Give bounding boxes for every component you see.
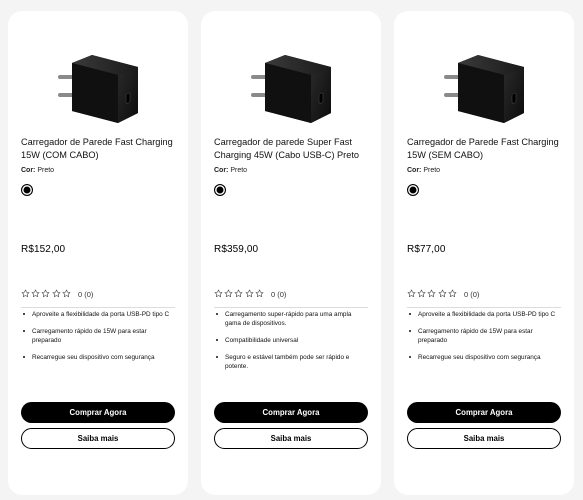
divider bbox=[214, 307, 368, 308]
feature-item: Compatibilidade universal bbox=[214, 336, 364, 345]
star-outline-icon bbox=[52, 289, 60, 298]
color-swatch[interactable] bbox=[407, 184, 419, 196]
star-outline-icon bbox=[41, 289, 50, 298]
feature-list: Aproveite a flexibilidade da porta USB-P… bbox=[21, 310, 171, 370]
feature-item: Carregamento super-rápido para uma ampla… bbox=[214, 310, 364, 328]
star-outline-icon bbox=[224, 289, 233, 298]
star-outline-icon bbox=[427, 289, 436, 298]
rating[interactable]: 0 (0) bbox=[214, 289, 286, 299]
star-outline-icon bbox=[21, 289, 30, 298]
buy-now-button[interactable]: Comprar Agora bbox=[214, 402, 368, 423]
rating-count: 0 (0) bbox=[77, 289, 94, 299]
learn-more-button[interactable]: Saiba mais bbox=[214, 428, 368, 449]
star-outline-icon bbox=[448, 289, 457, 298]
feature-item: Carregamento rápido de 15W para estar pr… bbox=[21, 327, 171, 345]
product-title[interactable]: Carregador de parede Super Fast Charging… bbox=[214, 136, 372, 162]
star-outline-icon bbox=[31, 289, 40, 298]
charger-icon bbox=[444, 55, 524, 123]
wall-charger-image[interactable] bbox=[239, 49, 343, 127]
buy-now-button[interactable]: Comprar Agora bbox=[407, 402, 561, 423]
charger-icon bbox=[58, 55, 138, 123]
color-label: Cor: Preto bbox=[21, 167, 54, 174]
divider bbox=[407, 307, 561, 308]
rating-stars bbox=[21, 285, 72, 303]
feature-list: Carregamento super-rápido para uma ampla… bbox=[214, 310, 364, 379]
rating-count: 0 (0) bbox=[270, 289, 287, 299]
rating-stars bbox=[407, 285, 458, 303]
color-label: Cor: Preto bbox=[407, 167, 440, 174]
feature-item: Aproveite a flexibilidade da porta USB-P… bbox=[407, 310, 557, 319]
product-title[interactable]: Carregador de Parede Fast Charging 15W (… bbox=[21, 136, 179, 162]
feature-item: Carregamento rápido de 15W para estar pr… bbox=[407, 327, 557, 345]
feature-item: Recarregue seu dispositivo com segurança bbox=[21, 353, 171, 362]
learn-more-button[interactable]: Saiba mais bbox=[21, 428, 175, 449]
feature-item: Aproveite a flexibilidade da porta USB-P… bbox=[21, 310, 171, 319]
buy-now-button[interactable]: Comprar Agora bbox=[21, 402, 175, 423]
learn-more-button[interactable]: Saiba mais bbox=[407, 428, 561, 449]
star-outline-icon bbox=[417, 289, 426, 298]
product-title[interactable]: Carregador de Parede Fast Charging 15W (… bbox=[407, 136, 565, 162]
product-card: Carregador de parede Super Fast Charging… bbox=[201, 11, 381, 495]
product-price: R$77,00 bbox=[407, 244, 446, 255]
product-price: R$152,00 bbox=[21, 244, 66, 255]
feature-item: Seguro e estável também pode ser rápido … bbox=[214, 353, 364, 371]
rating[interactable]: 0 (0) bbox=[407, 289, 479, 299]
product-card: Carregador de Parede Fast Charging 15W (… bbox=[394, 11, 574, 495]
feature-item: Recarregue seu dispositivo com segurança bbox=[407, 353, 557, 362]
divider bbox=[21, 307, 175, 308]
wall-charger-image[interactable] bbox=[432, 49, 536, 127]
color-label: Cor: Preto bbox=[214, 167, 247, 174]
star-outline-icon bbox=[438, 289, 446, 298]
star-outline-icon bbox=[234, 289, 243, 298]
star-outline-icon bbox=[62, 289, 71, 298]
color-value: Preto bbox=[423, 167, 441, 174]
product-card: Carregador de Parede Fast Charging 15W (… bbox=[8, 11, 188, 495]
star-outline-icon bbox=[255, 289, 264, 298]
color-label-prefix: Cor: bbox=[214, 167, 229, 174]
star-outline-icon bbox=[245, 289, 253, 298]
color-value: Preto bbox=[37, 167, 55, 174]
rating-stars bbox=[214, 285, 265, 303]
star-outline-icon bbox=[407, 289, 416, 298]
color-label-prefix: Cor: bbox=[407, 167, 422, 174]
rating-count: 0 (0) bbox=[463, 289, 480, 299]
rating[interactable]: 0 (0) bbox=[21, 289, 93, 299]
color-value: Preto bbox=[230, 167, 248, 174]
color-swatch[interactable] bbox=[21, 184, 33, 196]
color-swatch[interactable] bbox=[214, 184, 226, 196]
wall-charger-image[interactable] bbox=[46, 49, 150, 127]
star-outline-icon bbox=[214, 289, 223, 298]
feature-list: Aproveite a flexibilidade da porta USB-P… bbox=[407, 310, 557, 370]
charger-icon bbox=[251, 55, 331, 123]
product-price: R$359,00 bbox=[214, 244, 259, 255]
color-label-prefix: Cor: bbox=[21, 167, 36, 174]
product-grid: Carregador de Parede Fast Charging 15W (… bbox=[8, 11, 578, 495]
